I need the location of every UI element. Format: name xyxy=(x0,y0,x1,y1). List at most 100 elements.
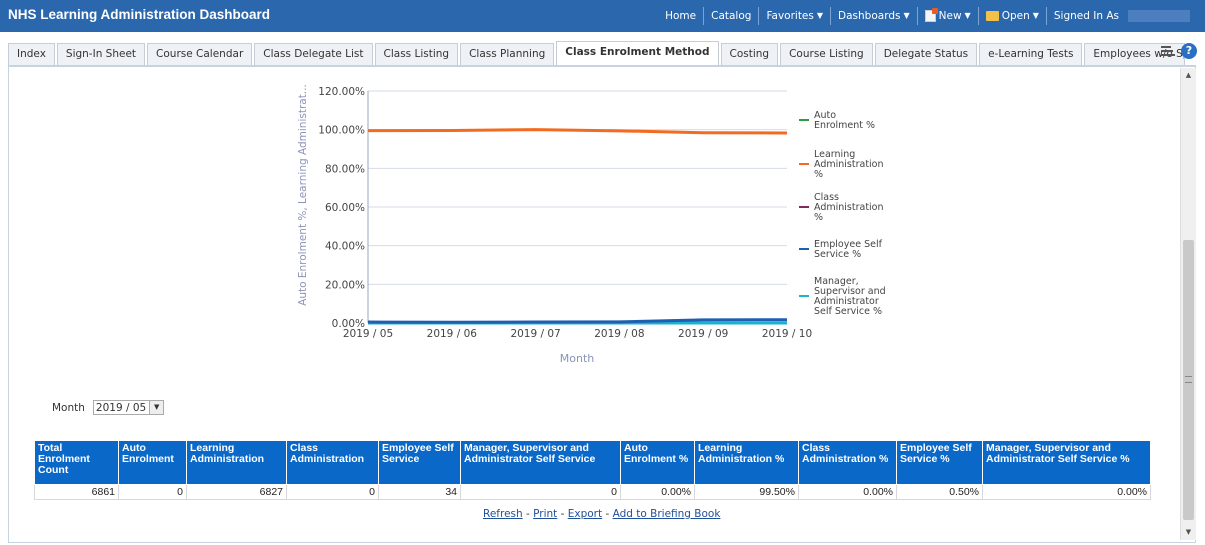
table-cell: 0 xyxy=(118,484,187,500)
nav-signed-in[interactable]: Signed In As xyxy=(1045,7,1197,25)
signed-in-label: Signed In As xyxy=(1053,10,1119,22)
chevron-down-icon: ▼ xyxy=(964,11,971,20)
month-filter: Month 2019 / 05 ▼ xyxy=(52,400,165,415)
x-tick-label: 2019 / 05 xyxy=(343,328,393,340)
tab-index[interactable]: Index xyxy=(8,43,55,65)
y-tick-label: 20.00% xyxy=(325,279,365,291)
chevron-down-icon: ▼ xyxy=(1032,11,1039,20)
page-options-icon[interactable] xyxy=(1161,45,1175,57)
y-tick-label: 120.00% xyxy=(318,86,365,98)
scroll-up-arrow-icon[interactable]: ▲ xyxy=(1181,68,1196,83)
tab-delegate-status[interactable]: Delegate Status xyxy=(874,43,978,65)
nav-favorites[interactable]: Favorites ▼ xyxy=(758,7,830,25)
chart-ticks: 0.00%20.00%40.00%60.00%80.00%100.00%120.… xyxy=(318,86,812,340)
table-header-row: Total Enrolment Count Auto Enrolment Lea… xyxy=(34,440,1151,485)
tab-e-learning-tests[interactable]: e-Learning Tests xyxy=(979,43,1083,65)
column-header: Learning Administration % xyxy=(694,440,799,485)
legend-label: Learning Administration% xyxy=(814,149,884,180)
table-cell: 0.00% xyxy=(982,484,1151,500)
y-tick-label: 60.00% xyxy=(325,202,365,214)
tab-tools: ? xyxy=(1161,43,1197,59)
legend-label: Manager, Supervisor and Administrator Self … xyxy=(814,276,886,317)
column-header: Class Administration xyxy=(286,440,379,485)
link-separator: - xyxy=(602,508,613,520)
x-tick-label: 2019 / 06 xyxy=(427,328,478,340)
y-tick-label: 80.00% xyxy=(325,163,365,175)
table-cell: 6861 xyxy=(34,484,119,500)
report-links: Refresh - Print - Export - Add to Briefi… xyxy=(483,508,720,520)
header-bar: NHS Learning Administration Dashboard Ho… xyxy=(0,0,1205,32)
chevron-down-icon: ▼ xyxy=(816,11,824,20)
column-header: Employee Self Service % xyxy=(896,440,983,485)
nav-new[interactable]: New ▼ xyxy=(916,7,978,25)
table-cell: 0.50% xyxy=(896,484,983,500)
grip-icon xyxy=(1185,376,1192,383)
tab-class-enrolment-method[interactable]: Class Enrolment Method xyxy=(556,41,719,65)
tab-sign-in-sheet[interactable]: Sign-In Sheet xyxy=(56,43,146,65)
tab-course-calendar[interactable]: Course Calendar xyxy=(147,43,253,65)
tab-costing[interactable]: Costing xyxy=(720,43,779,65)
folder-icon xyxy=(985,11,999,21)
help-icon[interactable]: ? xyxy=(1181,43,1197,59)
table-cell: 99.50% xyxy=(694,484,799,500)
column-header: Manager, Supervisor and Administrator Se… xyxy=(460,440,621,485)
column-header: Class Administration % xyxy=(798,440,897,485)
column-header: Employee Self Service xyxy=(378,440,461,485)
chart-legend: Auto Enrolment % Learning Administration % Cl… xyxy=(799,110,886,317)
table-cell: 0 xyxy=(286,484,379,500)
x-tick-label: 2019 / 09 xyxy=(678,328,728,340)
export-link[interactable]: Export xyxy=(568,508,602,520)
table-cell: 0.00% xyxy=(798,484,897,500)
x-tick-label: 2019 / 08 xyxy=(594,328,644,340)
table-cell: 6827 xyxy=(186,484,287,500)
x-axis-label: Month xyxy=(560,352,595,365)
column-header: Learning Administration xyxy=(186,440,287,485)
month-select-value: 2019 / 05 xyxy=(95,401,147,414)
y-axis-label: Auto Enrolment %, Learning Administrat..… xyxy=(297,84,309,306)
table-cell: 0 xyxy=(460,484,621,500)
month-filter-label: Month xyxy=(52,401,85,414)
refresh-link[interactable]: Refresh xyxy=(483,508,523,520)
nav-home-label: Home xyxy=(665,10,697,22)
chart-grid xyxy=(367,90,787,324)
tab-course-listing[interactable]: Course Listing xyxy=(780,43,873,65)
legend-label: Employee Self Service % xyxy=(814,239,883,260)
new-document-icon xyxy=(924,8,938,22)
nav-new-label: New xyxy=(938,10,962,22)
add-to-briefing-book-link[interactable]: Add to Briefing Book xyxy=(613,508,721,520)
column-header: Auto Enrolment xyxy=(118,440,187,485)
nav-open-label: Open xyxy=(1001,10,1030,22)
tab-class-listing[interactable]: Class Listing xyxy=(374,43,459,65)
table-cell: 34 xyxy=(378,484,461,500)
chart-series xyxy=(367,128,788,325)
enrolment-method-line-chart: 0.00%20.00%40.00%60.00%80.00%100.00%120.… xyxy=(297,84,886,365)
table-row: 6861 0 6827 0 34 0 0.00% 99.50% 0.00% 0.… xyxy=(34,484,1151,500)
app-title: NHS Learning Administration Dashboard xyxy=(8,7,271,22)
chevron-down-icon: ▼ xyxy=(149,401,164,414)
top-nav: Home Catalog Favorites ▼ Dashboards ▼ New ▼… xyxy=(658,0,1205,32)
enrolment-summary-table: Total Enrolment Count Auto Enrolment Lea… xyxy=(34,440,1151,500)
dashboard-tabs: Index Sign-In Sheet Course Calendar Clas… xyxy=(8,41,1196,66)
column-header: Manager, Supervisor and Administrator Se… xyxy=(982,440,1151,485)
nav-home[interactable]: Home xyxy=(658,7,703,25)
month-select[interactable]: 2019 / 05 ▼ xyxy=(92,400,165,415)
tab-class-planning[interactable]: Class Planning xyxy=(460,43,555,65)
vertical-scrollbar[interactable]: ▲ ▼ xyxy=(1180,68,1196,540)
nav-dashboards-label: Dashboards xyxy=(838,10,901,22)
tab-class-delegate-list[interactable]: Class Delegate List xyxy=(254,43,373,65)
print-link[interactable]: Print xyxy=(533,508,557,520)
chevron-down-icon: ▼ xyxy=(903,11,910,20)
nav-catalog[interactable]: Catalog xyxy=(703,7,758,25)
legend-label: Auto Enrolment % xyxy=(814,110,875,131)
legend-label: Class Administration% xyxy=(814,192,884,223)
user-name-redacted xyxy=(1128,10,1190,22)
link-separator: - xyxy=(522,508,534,520)
nav-open[interactable]: Open ▼ xyxy=(977,7,1046,25)
nav-catalog-label: Catalog xyxy=(711,10,752,22)
link-separator: - xyxy=(557,508,568,520)
nav-dashboards[interactable]: Dashboards ▼ xyxy=(830,7,917,25)
scroll-thumb[interactable] xyxy=(1183,240,1194,520)
scroll-down-arrow-icon[interactable]: ▼ xyxy=(1181,525,1196,540)
column-header: Auto Enrolment % xyxy=(620,440,695,485)
dashboard-app: NHS Learning Administration Dashboard Ho… xyxy=(0,0,1205,545)
